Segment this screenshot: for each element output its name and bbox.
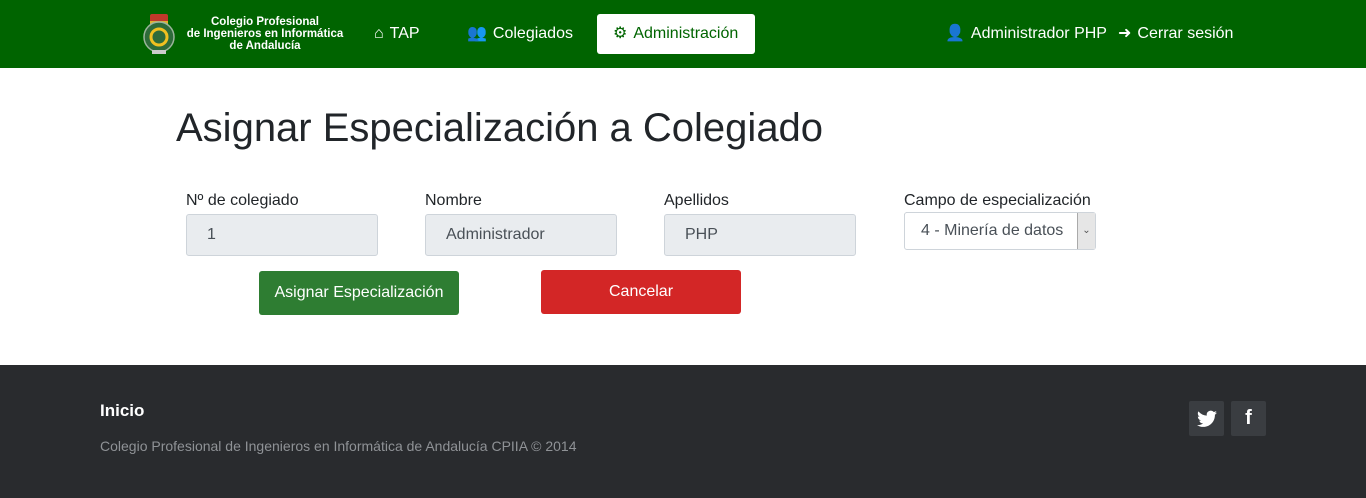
assign-button[interactable]: Asignar Especialización: [259, 271, 459, 315]
brand-line: Colegio Profesional: [211, 16, 319, 28]
apellidos-input[interactable]: PHP: [664, 214, 856, 256]
field-label: Apellidos: [664, 192, 729, 209]
nombre-input[interactable]: Administrador: [425, 214, 617, 256]
cancel-button[interactable]: Cancelar: [541, 270, 741, 314]
nav-label: Colegiados: [492, 25, 573, 42]
users-icon: 👥: [467, 25, 487, 42]
user-name: Administrador PHP: [970, 25, 1107, 42]
brand-name[interactable]: Colegio Profesional de Ingenieros en Inf…: [182, 16, 348, 52]
nav-colegiados[interactable]: 👥 Colegiados: [457, 14, 583, 54]
navbar: Colegio Profesional de Ingenieros en Inf…: [0, 0, 1366, 68]
footer: Inicio Colegio Profesional de Ingenieros…: [0, 365, 1366, 498]
footer-title[interactable]: Inicio: [100, 401, 144, 421]
field-label: Campo de especialización *: [904, 192, 1091, 227]
especializacion-field: Campo de especialización * 4 - Minería d…: [904, 192, 1096, 250]
home-icon: ⌂: [374, 25, 384, 42]
gear-icon: ⚙: [613, 25, 628, 42]
colegiado-number-field: Nº de colegiado 1: [186, 192, 378, 256]
brand-line: de Ingenieros en Informática: [186, 28, 344, 40]
logout-label: Cerrar sesión: [1137, 25, 1234, 42]
select-value: 4 - Minería de datos: [921, 222, 1064, 239]
field-label: Nombre: [425, 192, 482, 209]
user-icon: 👤: [945, 25, 965, 42]
user-menu[interactable]: 👤 Administrador PHP: [935, 14, 1117, 54]
logo-crest-icon[interactable]: [138, 12, 180, 56]
nombre-field: Nombre Administrador: [425, 192, 617, 256]
page-title: Asignar Especialización a Colegiado: [176, 106, 824, 150]
nav-tap[interactable]: ⌂ TAP: [364, 14, 430, 54]
nav-administracion[interactable]: ⚙ Administración: [597, 14, 755, 54]
sign-out-icon: ➜: [1118, 25, 1132, 42]
especializacion-select[interactable]: 4 - Minería de datos ⌄: [904, 212, 1096, 250]
chevron-down-icon[interactable]: ⌄: [1077, 213, 1095, 249]
twitter-icon[interactable]: [1189, 401, 1224, 436]
logout-link[interactable]: ➜ Cerrar sesión: [1108, 14, 1243, 54]
apellidos-field: Apellidos PHP: [664, 192, 856, 256]
field-label: Nº de colegiado: [186, 192, 299, 209]
footer-copyright: Colegio Profesional de Ingenieros en Inf…: [100, 438, 577, 454]
facebook-icon[interactable]: f: [1231, 401, 1266, 436]
colegiado-number-input[interactable]: 1: [186, 214, 378, 256]
nav-label: TAP: [389, 25, 420, 42]
nav-label: Administración: [633, 25, 739, 42]
brand-line: de Andalucía: [229, 40, 301, 52]
